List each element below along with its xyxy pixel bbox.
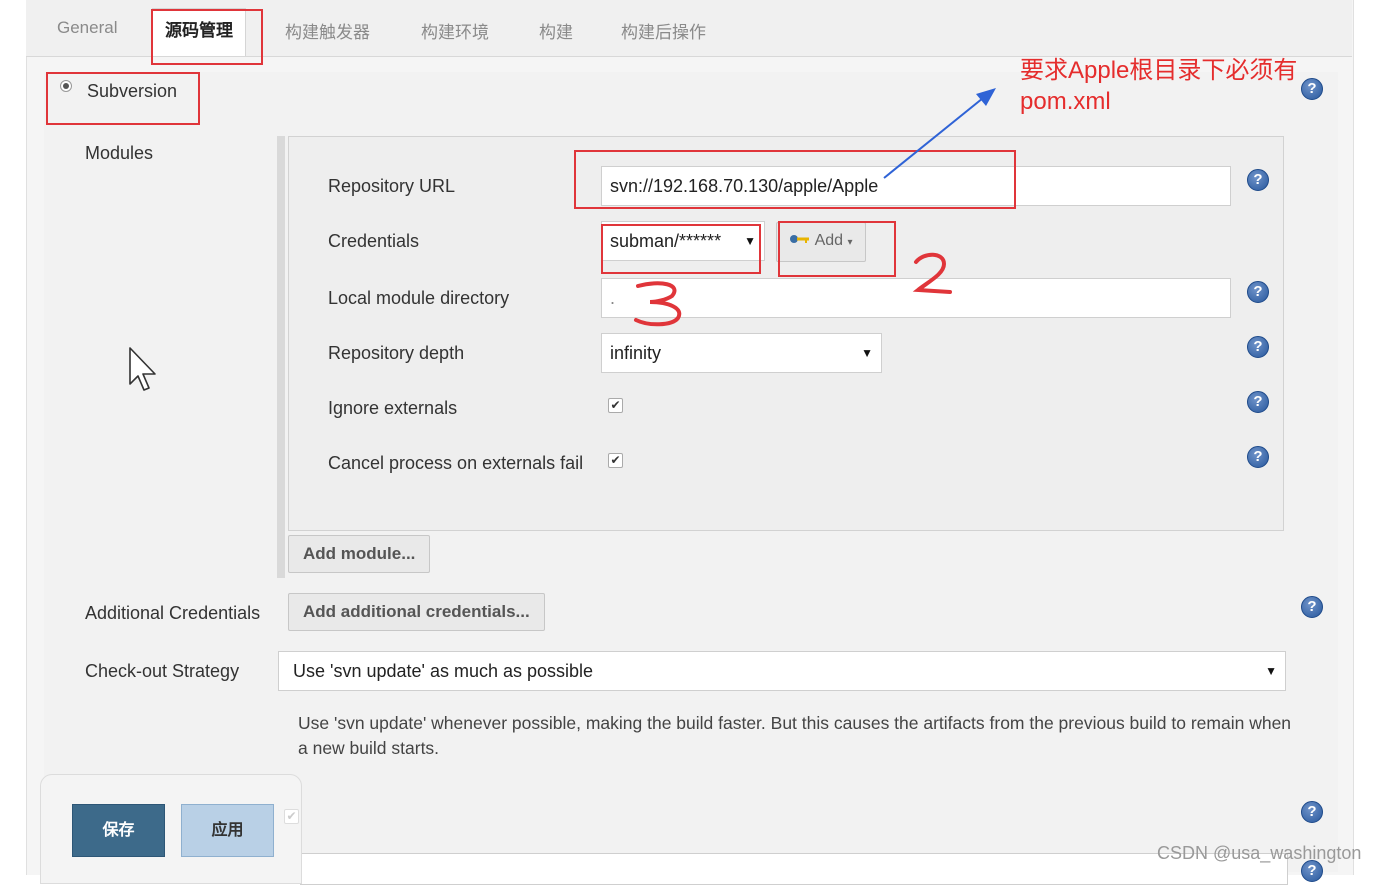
- handwritten-3-icon: [634, 281, 682, 327]
- checkout-strategy-description: Use 'svn update' whenever possible, maki…: [298, 713, 1292, 758]
- repository-depth-select[interactable]: infinity ▼: [601, 333, 882, 373]
- annotation-box-tab: [151, 9, 263, 65]
- checkout-strategy-select[interactable]: Use 'svn update' as much as possible ▼: [278, 651, 1286, 691]
- tab-post-build[interactable]: 构建后操作: [621, 18, 706, 43]
- jenkins-config-page: General 源码管理 构建触发器 构建环境 构建 构建后操作 Subvers…: [0, 0, 1388, 885]
- cancel-process-label: Cancel process on externals fail: [328, 453, 584, 473]
- annotation-box-credentials: [601, 224, 761, 274]
- help-icon[interactable]: ?: [1301, 801, 1323, 823]
- checkout-strategy-value: Use 'svn update' as much as possible: [293, 661, 594, 681]
- cancel-process-checkbox[interactable]: ✔: [608, 453, 623, 468]
- add-additional-credentials-button[interactable]: Add additional credentials...: [288, 593, 545, 631]
- ignore-externals-label: Ignore externals: [328, 398, 458, 418]
- add-module-button[interactable]: Add module...: [288, 535, 431, 573]
- modules-side-rule: [277, 136, 285, 578]
- tab-build[interactable]: 构建: [539, 18, 573, 43]
- help-icon[interactable]: ?: [1247, 391, 1269, 413]
- additional-credentials-label: Additional Credentials: [85, 603, 261, 623]
- help-icon[interactable]: ?: [1247, 336, 1269, 358]
- checkout-strategy-label: Check-out Strategy: [85, 661, 240, 681]
- partial-checkbox[interactable]: ✔: [284, 809, 299, 824]
- help-icon[interactable]: ?: [1247, 169, 1269, 191]
- modules-label: Modules: [85, 143, 154, 163]
- tab-build-triggers[interactable]: 构建触发器: [285, 18, 370, 43]
- dropdown-arrow-icon: ▼: [1265, 664, 1277, 678]
- repository-depth-label: Repository depth: [328, 343, 465, 363]
- credentials-label: Credentials: [328, 231, 420, 251]
- annotation-note-line1: 要求Apple根目录下必须有: [1020, 57, 1298, 84]
- repository-url-label: Repository URL: [328, 176, 456, 196]
- local-module-directory-label: Local module directory: [328, 288, 510, 308]
- tab-general[interactable]: General: [57, 18, 117, 38]
- ignore-externals-checkbox[interactable]: ✔: [608, 398, 623, 413]
- annotation-box-add: [778, 221, 896, 277]
- handwritten-2-icon: [912, 252, 952, 294]
- repository-depth-value: infinity: [610, 343, 662, 363]
- help-icon[interactable]: ?: [1301, 78, 1323, 100]
- annotation-note-line2: pom.xml: [1020, 88, 1111, 115]
- watermark: CSDN @usa_washington: [1157, 843, 1362, 863]
- save-button[interactable]: 保存: [72, 804, 165, 857]
- apply-button[interactable]: 应用: [181, 804, 274, 857]
- annotation-box-subversion: [46, 72, 200, 125]
- cursor-icon: [129, 347, 156, 391]
- tab-build-environment[interactable]: 构建环境: [421, 18, 489, 43]
- help-icon[interactable]: ?: [1247, 281, 1269, 303]
- annotation-note: 要求Apple根目录下必须有 pom.xml: [1020, 55, 1297, 117]
- help-icon[interactable]: ?: [1247, 446, 1269, 468]
- partial-input[interactable]: [300, 853, 1288, 885]
- dropdown-arrow-icon: ▼: [861, 346, 873, 360]
- arrow-icon: [883, 88, 996, 179]
- help-icon[interactable]: ?: [1301, 596, 1323, 618]
